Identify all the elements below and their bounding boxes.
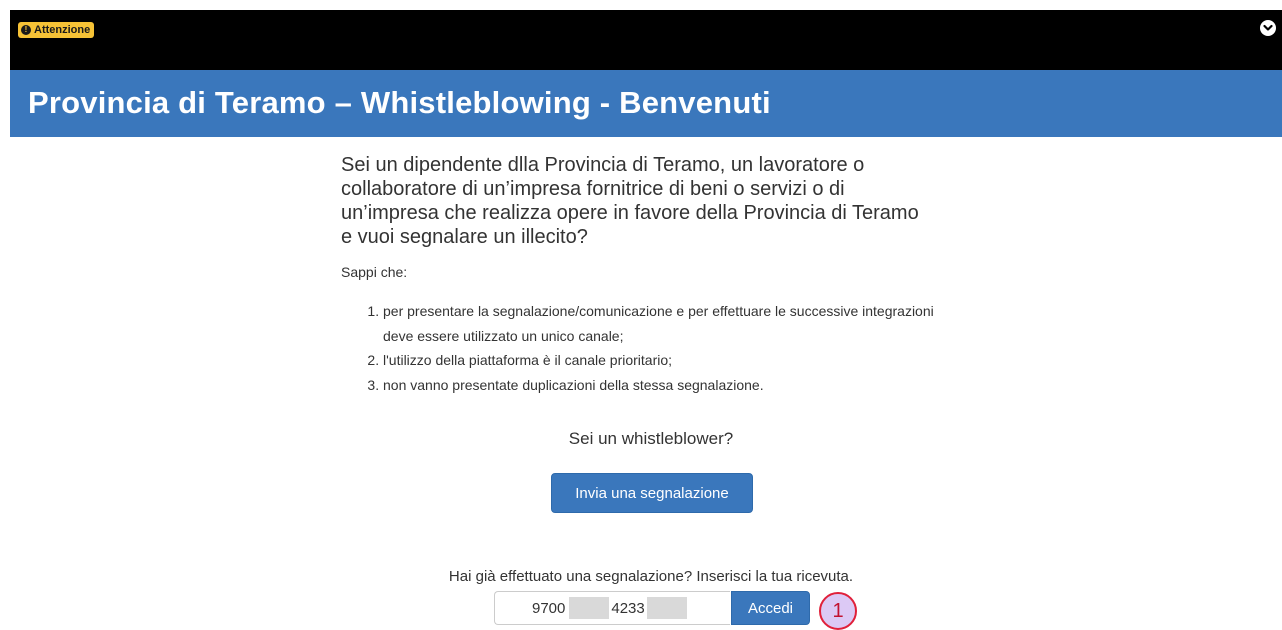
top-strip: [0, 0, 1282, 10]
rules-list: per presentare la segnalazione/comunicaz…: [341, 299, 961, 397]
submit-report-button[interactable]: Invia una segnalazione: [551, 473, 753, 513]
receipt-value-part1: 9700: [532, 599, 566, 617]
intro-section: Sei un dipendente dlla Provincia di Tera…: [341, 153, 961, 397]
page-title: Provincia di Teramo – Whistleblowing - B…: [28, 85, 771, 120]
alert-bar: [10, 10, 1282, 70]
receipt-question: Hai già effettuato una segnalazione? Ins…: [448, 568, 854, 585]
receipt-value-part2: 4233: [611, 599, 645, 617]
list-item: non vanno presentate duplicazioni della …: [383, 373, 961, 398]
attention-badge[interactable]: ! Attenzione: [18, 22, 95, 38]
login-button[interactable]: Accedi: [731, 591, 810, 625]
page-header: Provincia di Teramo – Whistleblowing - B…: [10, 70, 1282, 137]
intro-sappi: Sappi che:: [341, 264, 408, 280]
whistleblower-question: Sei un whistleblower?: [568, 429, 734, 448]
receipt-input[interactable]: 9700 4233: [494, 591, 730, 625]
list-item: per presentare la segnalazione/comunicaz…: [383, 299, 961, 348]
redaction-mask: [569, 597, 610, 619]
chevron-down-icon[interactable]: [1260, 20, 1276, 36]
step-marker: 1: [819, 592, 857, 630]
exclamation-icon: !: [21, 25, 31, 35]
intro-lead: Sei un dipendente dlla Provincia di Tera…: [341, 154, 919, 248]
attention-badge-label: Attenzione: [34, 24, 91, 36]
redaction-mask: [646, 597, 687, 619]
list-item: l'utilizzo della piattaforma è il canale…: [383, 348, 961, 373]
